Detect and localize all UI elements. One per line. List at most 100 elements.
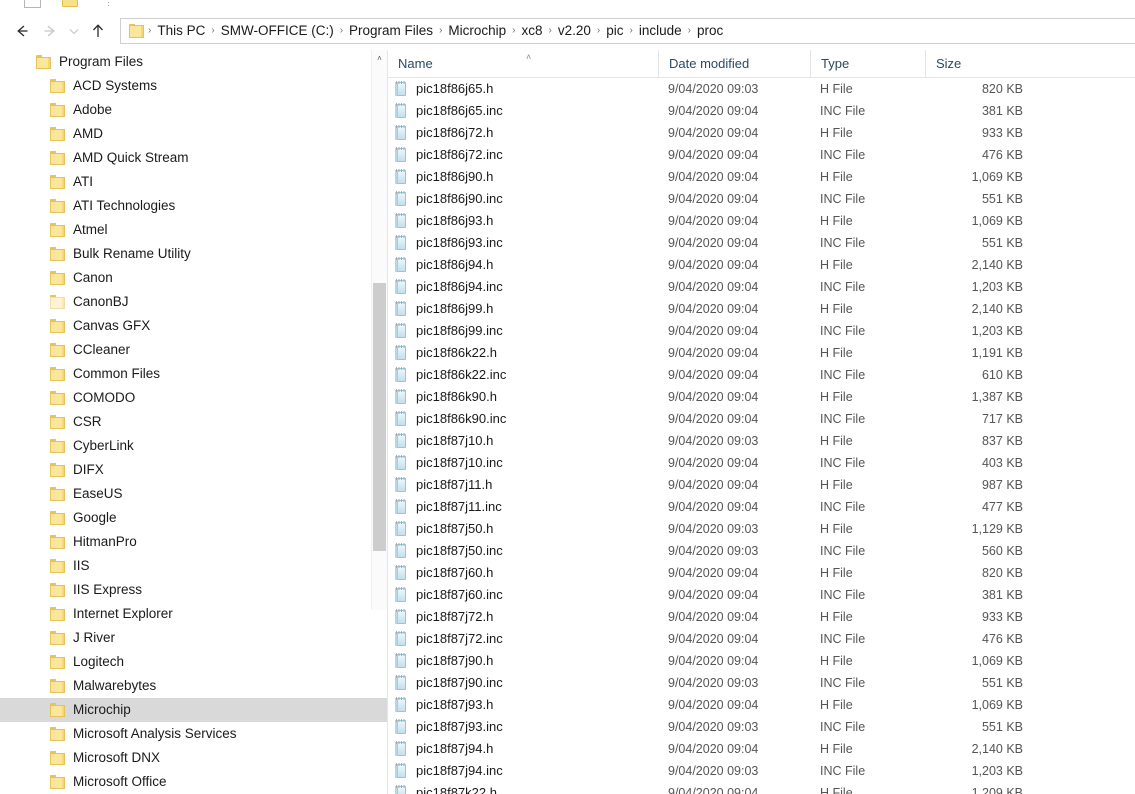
table-row[interactable]: pic18f87j90.inc9/04/2020 09:03INC File55… xyxy=(388,672,1135,694)
table-row[interactable]: pic18f87j50.inc9/04/2020 09:03INC File56… xyxy=(388,540,1135,562)
up-button[interactable] xyxy=(84,17,112,45)
file-name-cell[interactable]: pic18f87j50.h xyxy=(388,518,658,540)
table-row[interactable]: pic18f87k22.h9/04/2020 09:04H File1,209 … xyxy=(388,782,1135,794)
file-name-cell[interactable]: pic18f87j72.h xyxy=(388,606,658,628)
table-row[interactable]: pic18f86k22.h9/04/2020 09:04H File1,191 … xyxy=(388,342,1135,364)
breadcrumb-item-include[interactable]: include xyxy=(634,19,687,43)
file-name-cell[interactable]: pic18f87j94.h xyxy=(388,738,658,760)
table-row[interactable]: pic18f86j90.inc9/04/2020 09:04INC File55… xyxy=(388,188,1135,210)
sidebar-item-microchip[interactable]: Microchip xyxy=(0,698,387,722)
folder-icon[interactable] xyxy=(62,0,78,7)
table-row[interactable]: pic18f86k22.inc9/04/2020 09:04INC File61… xyxy=(388,364,1135,386)
breadcrumb-item-xc8[interactable]: xc8 xyxy=(517,19,548,43)
file-name-cell[interactable]: pic18f86j90.inc xyxy=(388,188,658,210)
table-row[interactable]: pic18f86j99.h9/04/2020 09:04H File2,140 … xyxy=(388,298,1135,320)
sidebar-item-internet-explorer[interactable]: Internet Explorer xyxy=(0,602,387,626)
sidebar-item-microsoft-dnx[interactable]: Microsoft DNX xyxy=(0,746,387,770)
file-name-cell[interactable]: pic18f86j65.inc xyxy=(388,100,658,122)
file-name-cell[interactable]: pic18f86j99.h xyxy=(388,298,658,320)
file-name-cell[interactable]: pic18f86k90.h xyxy=(388,386,658,408)
sidebar-item-hitmanpro[interactable]: HitmanPro xyxy=(0,530,387,554)
file-name-cell[interactable]: pic18f86k90.inc xyxy=(388,408,658,430)
recent-locations-button[interactable] xyxy=(64,17,84,45)
table-row[interactable]: pic18f87j93.inc9/04/2020 09:03INC File55… xyxy=(388,716,1135,738)
table-row[interactable]: pic18f87j11.inc9/04/2020 09:04INC File47… xyxy=(388,496,1135,518)
file-name-cell[interactable]: pic18f87j11.inc xyxy=(388,496,658,518)
breadcrumb-item-drive[interactable]: SMW-OFFICE (C:) xyxy=(216,19,339,43)
table-row[interactable]: pic18f87j72.h9/04/2020 09:04H File933 KB xyxy=(388,606,1135,628)
column-header-name[interactable]: Name ˄ xyxy=(388,50,658,77)
table-row[interactable]: pic18f87j50.h9/04/2020 09:03H File1,129 … xyxy=(388,518,1135,540)
sidebar-item-program-files[interactable]: Program Files xyxy=(0,50,387,74)
breadcrumb-item-v220[interactable]: v2.20 xyxy=(553,19,596,43)
breadcrumb-item-program-files[interactable]: Program Files xyxy=(344,19,438,43)
file-name-cell[interactable]: pic18f87j10.h xyxy=(388,430,658,452)
scroll-up-icon[interactable]: ˄ xyxy=(372,50,387,67)
file-name-cell[interactable]: pic18f86j99.inc xyxy=(388,320,658,342)
breadcrumb-item-pic[interactable]: pic xyxy=(601,19,628,43)
file-name-cell[interactable]: pic18f87j94.inc xyxy=(388,760,658,782)
navigation-pane-scrollbar[interactable]: ˄ xyxy=(371,50,387,610)
file-name-cell[interactable]: pic18f87j11.h xyxy=(388,474,658,496)
table-row[interactable]: pic18f87j11.h9/04/2020 09:04H File987 KB xyxy=(388,474,1135,496)
sidebar-item-microsoft-analysis-services[interactable]: Microsoft Analysis Services xyxy=(0,722,387,746)
sidebar-item-acd-systems[interactable]: ACD Systems xyxy=(0,74,387,98)
sidebar-item-cyberlink[interactable]: CyberLink xyxy=(0,434,387,458)
table-row[interactable]: pic18f87j93.h9/04/2020 09:04H File1,069 … xyxy=(388,694,1135,716)
file-name-cell[interactable]: pic18f87j93.inc xyxy=(388,716,658,738)
file-name-cell[interactable]: pic18f87j50.inc xyxy=(388,540,658,562)
file-name-cell[interactable]: pic18f86j93.inc xyxy=(388,232,658,254)
table-row[interactable]: pic18f87j10.inc9/04/2020 09:04INC File40… xyxy=(388,452,1135,474)
sidebar-item-atmel[interactable]: Atmel xyxy=(0,218,387,242)
file-name-cell[interactable]: pic18f86j94.h xyxy=(388,254,658,276)
table-row[interactable]: pic18f86j99.inc9/04/2020 09:04INC File1,… xyxy=(388,320,1135,342)
sidebar-item-common-files[interactable]: Common Files xyxy=(0,362,387,386)
table-row[interactable]: pic18f87j10.h9/04/2020 09:03H File837 KB xyxy=(388,430,1135,452)
forward-button[interactable] xyxy=(36,17,64,45)
column-header-type[interactable]: Type xyxy=(810,50,925,77)
table-row[interactable]: pic18f87j60.inc9/04/2020 09:04INC File38… xyxy=(388,584,1135,606)
file-name-cell[interactable]: pic18f86j65.h xyxy=(388,78,658,100)
table-row[interactable]: pic18f86k90.h9/04/2020 09:04H File1,387 … xyxy=(388,386,1135,408)
sidebar-item-difx[interactable]: DIFX xyxy=(0,458,387,482)
file-name-cell[interactable]: pic18f86j90.h xyxy=(388,166,658,188)
table-row[interactable]: pic18f86j90.h9/04/2020 09:04H File1,069 … xyxy=(388,166,1135,188)
table-row[interactable]: pic18f86j65.inc9/04/2020 09:04INC File38… xyxy=(388,100,1135,122)
table-row[interactable]: pic18f86j93.h9/04/2020 09:04H File1,069 … xyxy=(388,210,1135,232)
sidebar-item-adobe[interactable]: Adobe xyxy=(0,98,387,122)
table-row[interactable]: pic18f86j72.inc9/04/2020 09:04INC File47… xyxy=(388,144,1135,166)
table-row[interactable]: pic18f86k90.inc9/04/2020 09:04INC File71… xyxy=(388,408,1135,430)
sidebar-item-easeus[interactable]: EaseUS xyxy=(0,482,387,506)
sidebar-item-microsoft-office[interactable]: Microsoft Office xyxy=(0,770,387,794)
breadcrumb-item-proc[interactable]: proc xyxy=(692,19,728,43)
sidebar-item-csr[interactable]: CSR xyxy=(0,410,387,434)
table-row[interactable]: pic18f87j72.inc9/04/2020 09:04INC File47… xyxy=(388,628,1135,650)
file-name-cell[interactable]: pic18f86j93.h xyxy=(388,210,658,232)
sidebar-item-google[interactable]: Google xyxy=(0,506,387,530)
sidebar-item-canonbj[interactable]: CanonBJ xyxy=(0,290,387,314)
file-name-cell[interactable]: pic18f87j90.inc xyxy=(388,672,658,694)
overflow-icon[interactable]: ⋮ xyxy=(104,0,109,7)
table-row[interactable]: pic18f86j94.inc9/04/2020 09:04INC File1,… xyxy=(388,276,1135,298)
sidebar-item-amd[interactable]: AMD xyxy=(0,122,387,146)
file-name-cell[interactable]: pic18f87k22.h xyxy=(388,782,658,794)
file-name-cell[interactable]: pic18f87j60.h xyxy=(388,562,658,584)
back-button[interactable] xyxy=(8,17,36,45)
column-header-size[interactable]: Size xyxy=(925,50,1035,77)
file-name-cell[interactable]: pic18f86j72.inc xyxy=(388,144,658,166)
sidebar-item-canon[interactable]: Canon xyxy=(0,266,387,290)
sidebar-item-canvas-gfx[interactable]: Canvas GFX xyxy=(0,314,387,338)
file-name-cell[interactable]: pic18f87j90.h xyxy=(388,650,658,672)
sidebar-item-comodo[interactable]: COMODO xyxy=(0,386,387,410)
sidebar-item-ati[interactable]: ATI xyxy=(0,170,387,194)
table-row[interactable]: pic18f86j72.h9/04/2020 09:04H File933 KB xyxy=(388,122,1135,144)
file-name-cell[interactable]: pic18f87j60.inc xyxy=(388,584,658,606)
table-row[interactable]: pic18f86j65.h9/04/2020 09:03H File820 KB xyxy=(388,78,1135,100)
table-row[interactable]: pic18f87j60.h9/04/2020 09:04H File820 KB xyxy=(388,562,1135,584)
sidebar-item-ati-technologies[interactable]: ATI Technologies xyxy=(0,194,387,218)
table-row[interactable]: pic18f87j90.h9/04/2020 09:04H File1,069 … xyxy=(388,650,1135,672)
sidebar-item-amd-quick-stream[interactable]: AMD Quick Stream xyxy=(0,146,387,170)
table-row[interactable]: pic18f86j93.inc9/04/2020 09:04INC File55… xyxy=(388,232,1135,254)
address-bar[interactable]: › This PC › SMW-OFFICE (C:) › Program Fi… xyxy=(120,18,1135,44)
scrollbar-thumb[interactable] xyxy=(373,283,386,551)
